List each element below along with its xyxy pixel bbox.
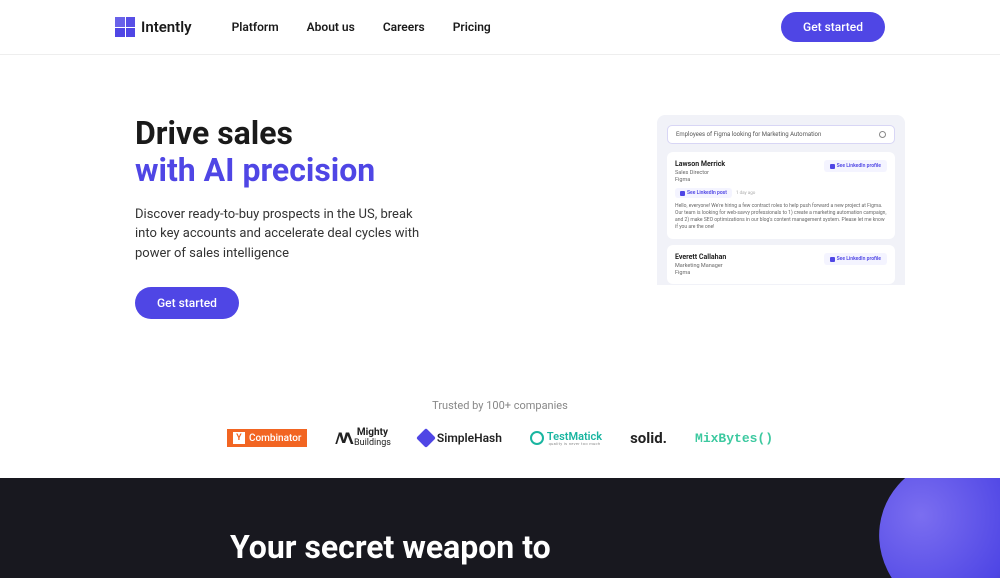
mockup-search-text: Employees of Figma looking for Marketing… [676, 131, 879, 138]
product-mockup: Employees of Figma looking for Marketing… [657, 115, 905, 285]
yc-icon: Y [233, 432, 245, 444]
simplehash-icon [416, 428, 436, 448]
mockup-result-card: Lawson Merrick Sales Director Figma See … [667, 152, 895, 239]
hero-title-line1: Drive sales [135, 114, 293, 152]
brand-logo[interactable]: Intently [115, 17, 192, 37]
logo-mixbytes: MixBytes() [695, 431, 773, 446]
mockup-linkedin-post-button: See LinkedIn post [675, 188, 732, 198]
mockup-person-company: Figma [675, 177, 725, 183]
logo-testmatick: TestMatickquality is never too much [530, 431, 602, 446]
decorative-blob [862, 478, 1000, 578]
nav-platform[interactable]: Platform [232, 20, 279, 34]
header-cta-button[interactable]: Get started [781, 12, 885, 42]
search-icon [879, 131, 886, 138]
hero-subtitle: Discover ready-to-buy prospects in the U… [135, 205, 435, 264]
logo-ycombinator: Y Combinator [227, 429, 307, 447]
brand-name: Intently [141, 18, 192, 36]
mockup-person-role: Sales Director [675, 170, 725, 176]
mockup-post-body: Hello, everyone! We're hiring a few cont… [675, 203, 887, 231]
dark-section: Your secret weapon to [0, 478, 1000, 578]
mockup-person-name: Lawson Merrick [675, 160, 725, 168]
hero-cta-button[interactable]: Get started [135, 287, 239, 319]
logo-icon [115, 17, 135, 37]
hero-title-line2: with AI precision [135, 152, 617, 189]
header: Intently Platform About us Careers Prici… [0, 0, 1000, 55]
nav-pricing[interactable]: Pricing [453, 20, 491, 34]
hero-section: Drive sales with AI precision Discover r… [95, 55, 905, 359]
mockup-linkedin-profile-button: See LinkedIn profile [824, 160, 887, 172]
hero-title: Drive sales with AI precision [135, 115, 617, 189]
nav-about[interactable]: About us [307, 20, 355, 34]
logo-solid: solid. [630, 429, 667, 447]
linkedin-icon [680, 191, 685, 196]
mockup-linkedin-profile-button: See LinkedIn profile [824, 253, 887, 265]
mockup-result-card: Everett Callahan Marketing Manager Figma… [667, 245, 895, 284]
main-nav: Platform About us Careers Pricing [232, 20, 491, 34]
logo-mighty-buildings: /V\ MightyBuildings [335, 428, 390, 448]
trusted-section: Trusted by 100+ companies Y Combinator /… [0, 359, 1000, 478]
linkedin-icon [830, 164, 835, 169]
logo-simplehash: SimpleHash [419, 431, 502, 445]
mockup-person-name: Everett Callahan [675, 253, 726, 261]
mockup-person-company: Figma [675, 270, 726, 276]
mighty-icon: /V\ [335, 429, 351, 447]
mockup-person-role: Marketing Manager [675, 263, 726, 269]
linkedin-icon [830, 257, 835, 262]
dark-title: Your secret weapon to [230, 528, 730, 566]
trusted-text: Trusted by 100+ companies [0, 399, 1000, 412]
mockup-search-bar: Employees of Figma looking for Marketing… [667, 125, 895, 144]
testmatick-icon [530, 431, 544, 445]
company-logos: Y Combinator /V\ MightyBuildings SimpleH… [0, 428, 1000, 448]
nav-careers[interactable]: Careers [383, 20, 425, 34]
mockup-timestamp: 1 day ago [736, 191, 755, 196]
